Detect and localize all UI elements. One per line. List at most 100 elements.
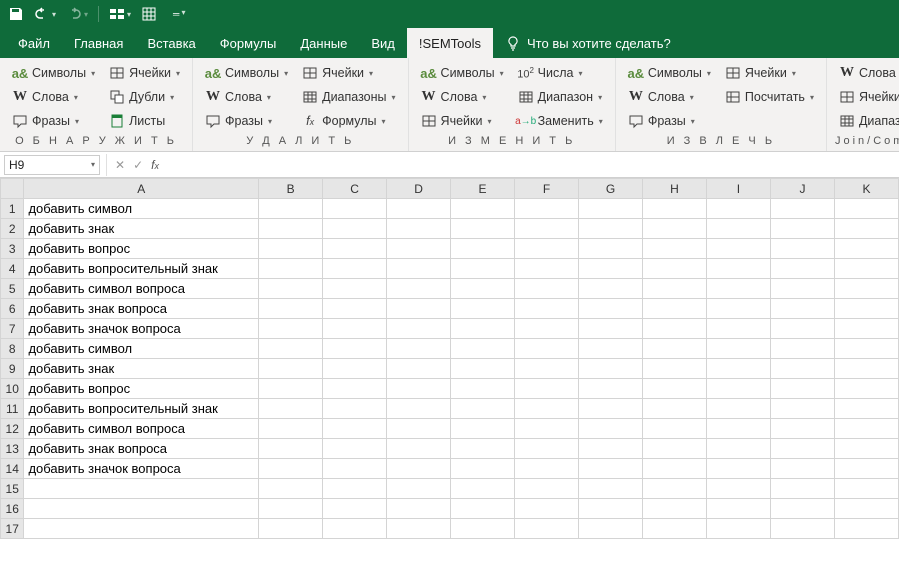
cell-D15[interactable]	[387, 479, 451, 499]
cell-J12[interactable]	[770, 419, 834, 439]
cell-J2[interactable]	[770, 219, 834, 239]
tab-данные[interactable]: Данные	[288, 28, 359, 58]
ribbon-cmd-слова[interactable]: WСлова▾	[201, 86, 292, 108]
ribbon-cmd-символы[interactable]: a&Символы▾	[201, 62, 292, 84]
cell-A11[interactable]: добавить вопросительный знак	[24, 399, 259, 419]
row-header-11[interactable]: 11	[1, 399, 24, 419]
tab-!semtools[interactable]: !SEMTools	[407, 28, 493, 58]
cell-G10[interactable]	[579, 379, 643, 399]
cell-A6[interactable]: добавить знак вопроса	[24, 299, 259, 319]
cell-G6[interactable]	[579, 299, 643, 319]
cell-I7[interactable]	[706, 319, 770, 339]
cell-K16[interactable]	[834, 499, 898, 519]
cell-H13[interactable]	[642, 439, 706, 459]
col-header-G[interactable]: G	[579, 179, 643, 199]
cell-F7[interactable]	[515, 319, 579, 339]
cell-K11[interactable]	[834, 399, 898, 419]
cell-I3[interactable]	[706, 239, 770, 259]
col-header-C[interactable]: C	[323, 179, 387, 199]
cell-B9[interactable]	[259, 359, 323, 379]
cell-D2[interactable]	[387, 219, 451, 239]
row-header-12[interactable]: 12	[1, 419, 24, 439]
ribbon-cmd-ячейки[interactable]: Ячейки▾	[298, 62, 399, 84]
tab-файл[interactable]: Файл	[6, 28, 62, 58]
cell-F15[interactable]	[515, 479, 579, 499]
cell-B17[interactable]	[259, 519, 323, 539]
cell-E10[interactable]	[451, 379, 515, 399]
cell-D6[interactable]	[387, 299, 451, 319]
cell-J17[interactable]	[770, 519, 834, 539]
cell-C3[interactable]	[323, 239, 387, 259]
col-header-K[interactable]: K	[834, 179, 898, 199]
cell-K10[interactable]	[834, 379, 898, 399]
save-button[interactable]	[8, 6, 24, 22]
cell-K9[interactable]	[834, 359, 898, 379]
col-header-I[interactable]: I	[706, 179, 770, 199]
row-header-7[interactable]: 7	[1, 319, 24, 339]
cell-I6[interactable]	[706, 299, 770, 319]
cell-F5[interactable]	[515, 279, 579, 299]
cell-F3[interactable]	[515, 239, 579, 259]
cell-H11[interactable]	[642, 399, 706, 419]
cell-B2[interactable]	[259, 219, 323, 239]
cell-E12[interactable]	[451, 419, 515, 439]
cell-E9[interactable]	[451, 359, 515, 379]
cell-K5[interactable]	[834, 279, 898, 299]
select-all-corner[interactable]	[1, 179, 24, 199]
cell-C4[interactable]	[323, 259, 387, 279]
cell-H4[interactable]	[642, 259, 706, 279]
ribbon-cmd-числа[interactable]: 102Числа▾	[514, 62, 607, 84]
ribbon-cmd-ячейки[interactable]: Ячейки▾	[835, 86, 899, 108]
cell-A13[interactable]: добавить знак вопроса	[24, 439, 259, 459]
tab-главная[interactable]: Главная	[62, 28, 135, 58]
cell-H2[interactable]	[642, 219, 706, 239]
tab-формулы[interactable]: Формулы	[208, 28, 289, 58]
cell-D4[interactable]	[387, 259, 451, 279]
cell-B11[interactable]	[259, 399, 323, 419]
cell-I16[interactable]	[706, 499, 770, 519]
ribbon-cmd-фразы[interactable]: Фразы▾	[624, 110, 715, 132]
cell-I14[interactable]	[706, 459, 770, 479]
cell-A10[interactable]: добавить вопрос	[24, 379, 259, 399]
cell-J16[interactable]	[770, 499, 834, 519]
ribbon-cmd-ячейки[interactable]: Ячейки▾	[417, 110, 508, 132]
cell-E1[interactable]	[451, 199, 515, 219]
cell-C6[interactable]	[323, 299, 387, 319]
cell-J5[interactable]	[770, 279, 834, 299]
cell-B14[interactable]	[259, 459, 323, 479]
cell-K12[interactable]	[834, 419, 898, 439]
cell-G4[interactable]	[579, 259, 643, 279]
cell-G17[interactable]	[579, 519, 643, 539]
cell-D9[interactable]	[387, 359, 451, 379]
cell-F13[interactable]	[515, 439, 579, 459]
cell-B10[interactable]	[259, 379, 323, 399]
ribbon-cmd-слова[interactable]: WСлова▾	[417, 86, 508, 108]
cell-C16[interactable]	[323, 499, 387, 519]
cell-I4[interactable]	[706, 259, 770, 279]
cell-K8[interactable]	[834, 339, 898, 359]
formula-input[interactable]	[165, 152, 899, 177]
cell-B6[interactable]	[259, 299, 323, 319]
cell-C2[interactable]	[323, 219, 387, 239]
cell-D3[interactable]	[387, 239, 451, 259]
cell-D17[interactable]	[387, 519, 451, 539]
qat-addin2-button[interactable]	[141, 6, 157, 22]
cell-G12[interactable]	[579, 419, 643, 439]
cell-C5[interactable]	[323, 279, 387, 299]
cell-E14[interactable]	[451, 459, 515, 479]
row-header-16[interactable]: 16	[1, 499, 24, 519]
col-header-D[interactable]: D	[387, 179, 451, 199]
row-header-1[interactable]: 1	[1, 199, 24, 219]
row-header-3[interactable]: 3	[1, 239, 24, 259]
cell-E6[interactable]	[451, 299, 515, 319]
cell-J14[interactable]	[770, 459, 834, 479]
cell-K13[interactable]	[834, 439, 898, 459]
cell-K17[interactable]	[834, 519, 898, 539]
qat-customize-button[interactable]: ═▾	[173, 9, 185, 19]
ribbon-cmd-формулы[interactable]: fxФормулы▾	[298, 110, 399, 132]
col-header-F[interactable]: F	[515, 179, 579, 199]
cell-J11[interactable]	[770, 399, 834, 419]
row-header-8[interactable]: 8	[1, 339, 24, 359]
ribbon-cmd-диапазоны[interactable]: Диапазоны▾	[835, 110, 899, 132]
row-header-6[interactable]: 6	[1, 299, 24, 319]
